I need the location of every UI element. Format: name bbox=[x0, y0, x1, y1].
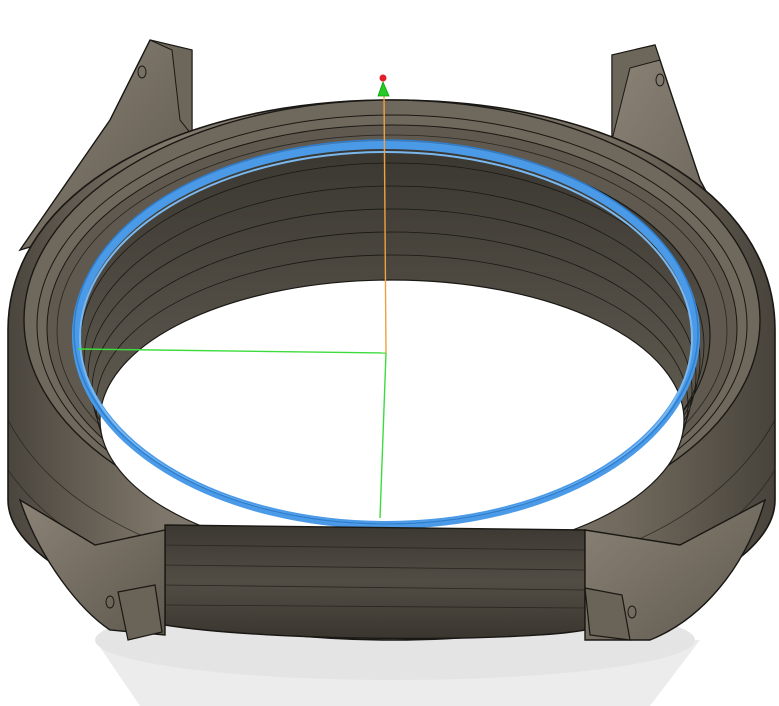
front-band[interactable] bbox=[164, 524, 586, 640]
model-canvas[interactable] bbox=[0, 0, 779, 706]
drag-arrow-icon[interactable] bbox=[377, 74, 390, 97]
3d-viewport[interactable] bbox=[0, 0, 779, 706]
